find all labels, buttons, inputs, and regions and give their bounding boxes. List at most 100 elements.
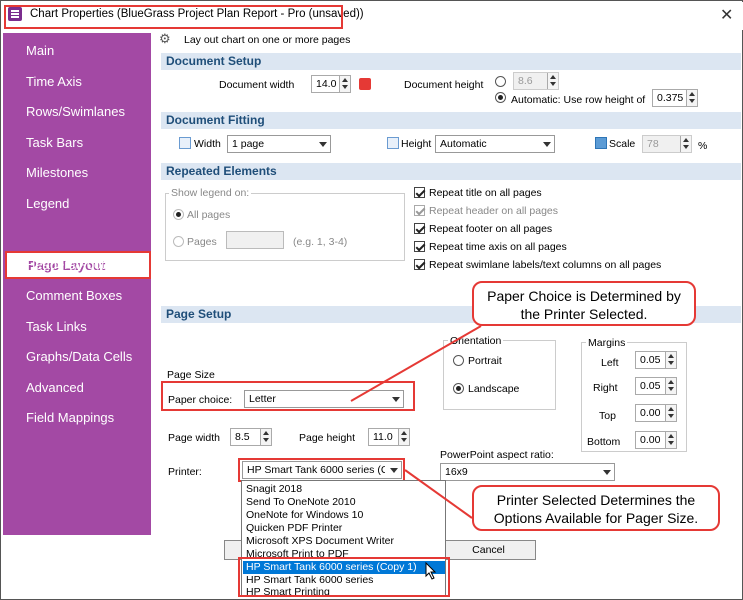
chevron-down-icon <box>543 142 551 147</box>
sidebar-item-rows-swimlanes[interactable]: Rows/Swimlanes <box>26 104 125 119</box>
list-item[interactable]: Snagit 2018 <box>246 483 302 495</box>
orientation-label: Orientation <box>448 335 504 347</box>
paper-choice-select[interactable]: Letter <box>244 390 404 408</box>
chevron-down-icon <box>319 142 327 147</box>
sidebar-item-comment-boxes[interactable]: Comment Boxes <box>26 288 122 303</box>
printer-list-highlight <box>238 557 450 597</box>
repeat-title-label: Repeat title on all pages <box>429 187 542 199</box>
page-width-field[interactable]: 8.5 <box>230 428 272 446</box>
margins-label: Margins <box>586 337 628 349</box>
scale-icon <box>595 137 607 149</box>
margin-bottom-label: Bottom <box>587 436 621 448</box>
scale-unit: % <box>698 140 708 152</box>
sidebar-item-task-links[interactable]: Task Links <box>26 319 87 334</box>
repeat-swimlane-checkbox[interactable] <box>414 259 425 270</box>
margin-top-field[interactable]: 0.00 <box>635 404 677 422</box>
repeat-title-checkbox[interactable] <box>414 187 425 198</box>
legend-all-pages-radio[interactable] <box>173 209 184 220</box>
legend-pages-input[interactable] <box>226 231 284 249</box>
paper-choice-callout: Paper Choice is Determined by the Printe… <box>472 281 696 326</box>
margin-bottom-field[interactable]: 0.00 <box>635 431 677 449</box>
list-item[interactable]: Microsoft XPS Document Writer <box>246 535 394 547</box>
row-height-field[interactable]: 0.375 <box>652 89 698 107</box>
portrait-radio[interactable] <box>453 355 464 366</box>
page-height-field[interactable]: 11.0 <box>368 428 410 446</box>
sidebar-item-main[interactable]: Main <box>26 43 54 58</box>
repeat-footer-label: Repeat footer on all pages <box>429 223 553 235</box>
scale-label: Scale <box>609 138 636 150</box>
legend-group-title: Show legend on: <box>169 187 252 199</box>
height-icon <box>387 137 399 149</box>
list-item[interactable]: Quicken PDF Printer <box>246 522 342 534</box>
section-repeated-elements: Repeated Elements <box>161 163 741 180</box>
height-automatic-radio[interactable] <box>495 92 506 103</box>
fit-height-label: Height <box>401 138 432 150</box>
document-width-field[interactable]: 14.0 <box>311 75 351 93</box>
sidebar-item-milestones[interactable]: Milestones <box>26 165 88 180</box>
scale-field[interactable]: 78 <box>642 135 692 153</box>
ppt-aspect-label: PowerPoint aspect ratio: <box>440 449 554 461</box>
landscape-label: Landscape <box>468 383 520 395</box>
repeat-header-checkbox[interactable] <box>414 205 425 216</box>
sidebar-item-headers-footers[interactable]: Headers/Footers <box>26 257 123 272</box>
margin-left-label: Left <box>601 357 619 369</box>
repeat-footer-checkbox[interactable] <box>414 223 425 234</box>
sidebar-item-advanced[interactable]: Advanced <box>26 380 84 395</box>
document-width-label: Document width <box>219 79 295 91</box>
height-manual-radio[interactable] <box>495 76 506 87</box>
margin-left-field[interactable]: 0.05 <box>635 351 677 369</box>
spinner-arrows[interactable] <box>665 432 676 448</box>
page-height-label: Page height <box>299 432 356 444</box>
margin-right-field[interactable]: 0.05 <box>635 377 677 395</box>
repeat-header-label: Repeat header on all pages <box>429 205 559 217</box>
cancel-button[interactable]: Cancel <box>441 540 536 560</box>
repeat-time-axis-checkbox[interactable] <box>414 241 425 252</box>
chevron-down-icon <box>603 470 611 475</box>
printer-select[interactable]: HP Smart Tank 6000 series (C <box>242 461 402 479</box>
list-item[interactable]: OneNote for Windows 10 <box>246 509 363 521</box>
paper-choice-label: Paper choice: <box>168 394 233 406</box>
spinner-arrows[interactable] <box>686 90 697 106</box>
document-height-field[interactable]: 8.6 <box>513 72 559 90</box>
title-bar: Chart Properties (BlueGrass Project Plan… <box>2 2 743 30</box>
section-document-fitting: Document Fitting <box>161 112 741 129</box>
sidebar-item-legend[interactable]: Legend <box>26 196 69 211</box>
repeat-time-axis-label: Repeat time axis on all pages <box>429 241 567 253</box>
chevron-down-icon <box>392 397 400 402</box>
sidebar-item-time-axis[interactable]: Time Axis <box>26 74 82 89</box>
printer-label: Printer: <box>168 466 202 478</box>
ppt-aspect-select[interactable]: 16x9 <box>440 463 615 481</box>
fit-height-select[interactable]: Automatic <box>435 135 555 153</box>
fit-width-label: Width <box>194 138 221 150</box>
page-hint: Lay out chart on one or more pages <box>184 34 351 46</box>
link-icon[interactable] <box>359 78 371 90</box>
gear-icon: ⚙ <box>159 31 171 46</box>
spinner-arrows[interactable] <box>665 405 676 421</box>
margin-right-label: Right <box>593 382 618 394</box>
spinner-arrows[interactable] <box>680 136 691 152</box>
repeat-swimlane-label: Repeat swimlane labels/text columns on a… <box>429 259 662 271</box>
sidebar: Main Time Axis Rows/Swimlanes Task Bars … <box>3 33 151 535</box>
list-item[interactable]: Send To OneNote 2010 <box>246 496 356 508</box>
width-icon <box>179 137 191 149</box>
spinner-arrows[interactable] <box>260 429 271 445</box>
chevron-down-icon <box>390 468 398 473</box>
orientation-group <box>443 340 556 410</box>
dialog-window: Chart Properties (BlueGrass Project Plan… <box>0 0 743 600</box>
spinner-arrows[interactable] <box>398 429 409 445</box>
spinner-arrows[interactable] <box>547 73 558 89</box>
sidebar-item-task-bars[interactable]: Task Bars <box>26 135 83 150</box>
close-icon[interactable]: ✕ <box>720 5 733 25</box>
legend-pages-hint: (e.g. 1, 3-4) <box>293 236 348 248</box>
fit-width-select[interactable]: 1 page <box>227 135 331 153</box>
legend-pages-radio[interactable] <box>173 236 184 247</box>
landscape-radio[interactable] <box>453 383 464 394</box>
spinner-arrows[interactable] <box>665 352 676 368</box>
page-size-label: Page Size <box>167 369 215 381</box>
spinner-arrows[interactable] <box>665 378 676 394</box>
sidebar-item-graphs-data-cells[interactable]: Graphs/Data Cells <box>26 349 132 364</box>
sidebar-item-field-mappings[interactable]: Field Mappings <box>26 410 114 425</box>
spinner-arrows[interactable] <box>339 76 350 92</box>
page-width-label: Page width <box>168 432 220 444</box>
mouse-cursor-icon <box>425 562 437 580</box>
